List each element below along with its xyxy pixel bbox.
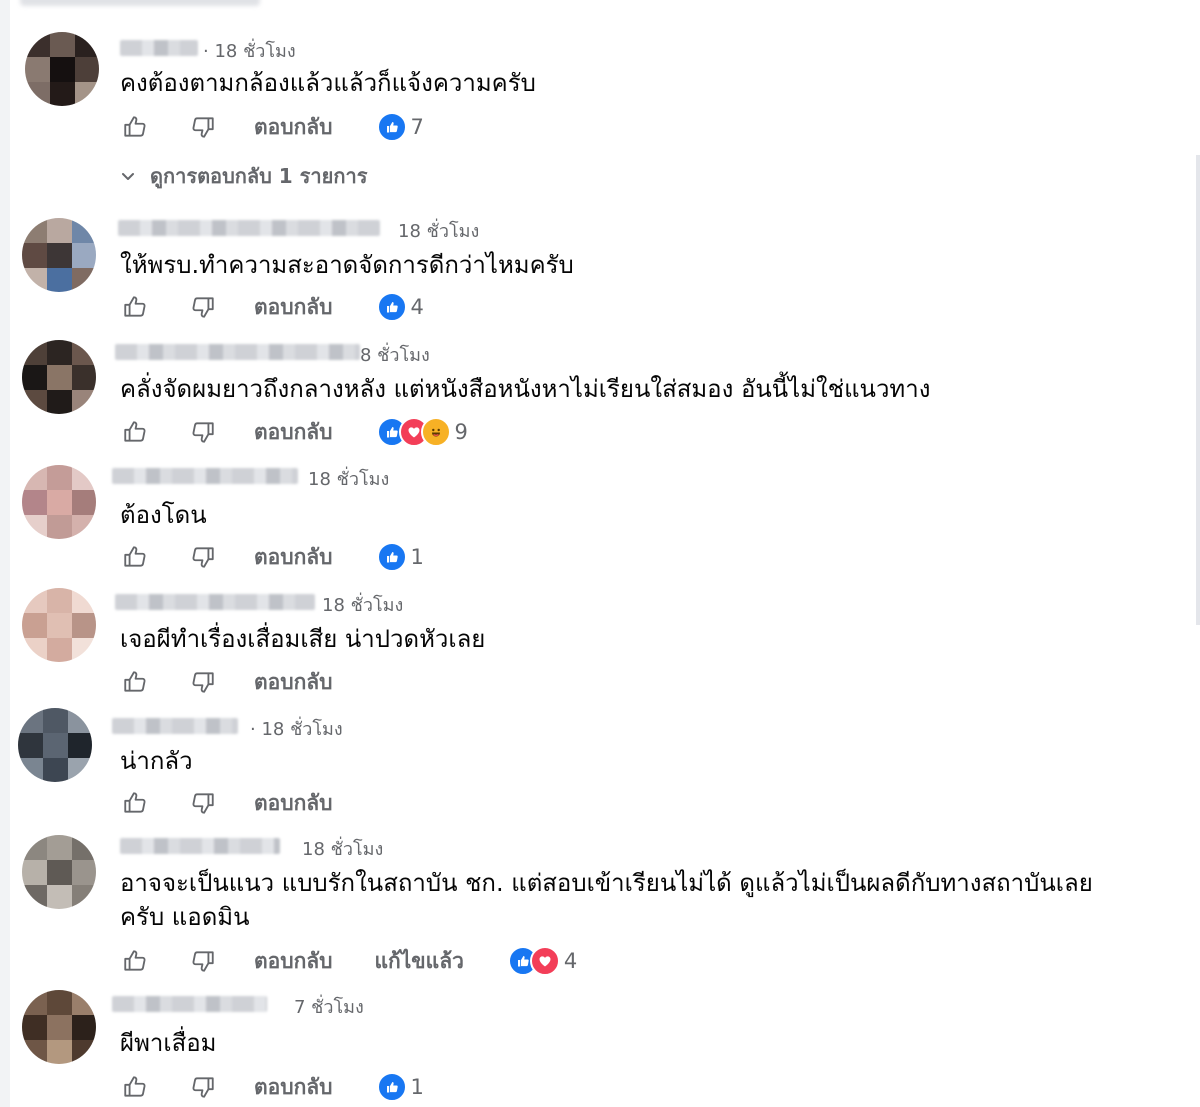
reply-button[interactable]: ตอบกลับ: [254, 291, 333, 324]
comment-timestamp[interactable]: 8 ชั่วโมง: [360, 340, 430, 369]
avatar[interactable]: [22, 990, 96, 1064]
dislike-button[interactable]: [186, 415, 220, 449]
author-name-redacted[interactable]: [112, 468, 298, 484]
dislike-button[interactable]: [186, 1070, 220, 1104]
like-button[interactable]: [118, 944, 152, 978]
comment-timestamp[interactable]: 18 ชั่วโมง: [322, 590, 403, 619]
edited-label[interactable]: แก้ไขแล้ว: [375, 945, 464, 978]
comment-timestamp[interactable]: · 18 ชั่วโมง: [250, 714, 343, 743]
comment-timestamp[interactable]: 7 ชั่วโมง: [294, 992, 364, 1021]
haha-reaction-icon: [420, 417, 451, 447]
avatar[interactable]: [22, 588, 96, 662]
author-name-redacted[interactable]: [115, 344, 360, 360]
page-left-edge: [0, 0, 10, 1107]
author-name-redacted[interactable]: [115, 594, 315, 610]
reaction-count: 9: [454, 420, 468, 444]
comment-actions: ตอบกลับ 1: [118, 540, 424, 574]
scrollbar[interactable]: [1196, 155, 1200, 625]
comment-text: น่ากลัว: [120, 747, 193, 775]
reaction-summary[interactable]: 9: [376, 417, 468, 447]
like-button[interactable]: [118, 110, 152, 144]
dislike-button[interactable]: [186, 540, 220, 574]
like-reaction-icon: [376, 292, 407, 322]
author-name-redacted[interactable]: [112, 996, 267, 1012]
dislike-button[interactable]: [186, 944, 220, 978]
like-reaction-icon: [376, 112, 407, 142]
author-name-redacted[interactable]: [120, 838, 280, 854]
author-name-redacted[interactable]: [120, 40, 198, 56]
author-name-redacted[interactable]: [118, 220, 380, 236]
view-replies-button[interactable]: ดูการตอบกลับ 1 รายการ: [120, 160, 367, 192]
like-button[interactable]: [118, 665, 152, 699]
reaction-summary[interactable]: 4: [507, 946, 578, 976]
comment-text: อาจจะเป็นแนว แบบรักในสถาบัน ชก. แต่สอบเข…: [120, 869, 1093, 897]
view-replies-label: ดูการตอบกลับ 1 รายการ: [150, 164, 368, 188]
comment-text: ให้พรบ.ทำความสะอาดจัดการดีกว่าไหมครับ: [120, 251, 574, 279]
comment-text: คลั่งจัดผมยาวถึงกลางหลัง แต่หนังสือหนังห…: [120, 375, 931, 403]
reaction-count: 1: [410, 1075, 424, 1099]
avatar[interactable]: [22, 835, 96, 909]
reaction-summary[interactable]: 1: [376, 1072, 424, 1102]
comment-actions: ตอบกลับ: [118, 786, 333, 820]
dislike-button[interactable]: [186, 786, 220, 820]
comment-actions: ตอบกลับ 7: [118, 110, 424, 144]
author-name-redacted[interactable]: [112, 718, 238, 734]
chevron-down-icon: [120, 168, 150, 184]
avatar[interactable]: [25, 32, 99, 106]
comment-text: ต้องโดน: [120, 501, 207, 529]
like-reaction-icon: [376, 1072, 407, 1102]
like-button[interactable]: [118, 1070, 152, 1104]
reply-button[interactable]: ตอบกลับ: [254, 666, 333, 699]
comment-timestamp[interactable]: 18 ชั่วโมง: [308, 464, 389, 493]
reply-button[interactable]: ตอบกลับ: [254, 111, 333, 144]
reaction-summary[interactable]: 1: [376, 542, 424, 572]
reply-button[interactable]: ตอบกลับ: [254, 945, 333, 978]
reaction-count: 4: [563, 949, 578, 973]
reply-button[interactable]: ตอบกลับ: [254, 416, 333, 449]
reply-button[interactable]: ตอบกลับ: [254, 787, 333, 820]
like-button[interactable]: [118, 290, 152, 324]
comment-timestamp[interactable]: 18 ชั่วโมง: [398, 216, 479, 245]
comment-actions: ตอบกลับ 1: [118, 1070, 424, 1104]
reaction-count: 1: [410, 545, 424, 569]
like-button[interactable]: [118, 786, 152, 820]
comment-actions: ตอบกลับ 4: [118, 290, 424, 324]
comment-text: เจอผีทำเรื่องเสื่อมเสีย น่าปวดหัวเลย: [120, 625, 486, 653]
reaction-count: 7: [410, 115, 424, 139]
reaction-summary[interactable]: 7: [376, 112, 424, 142]
avatar[interactable]: [22, 340, 96, 414]
reply-button[interactable]: ตอบกลับ: [254, 541, 333, 574]
avatar[interactable]: [18, 708, 92, 782]
dislike-button[interactable]: [186, 110, 220, 144]
like-button[interactable]: [118, 540, 152, 574]
love-reaction-icon: [529, 946, 560, 976]
comment-actions: ตอบกลับ แก้ไขแล้ว 4: [118, 944, 577, 978]
truncated-header: [20, 0, 260, 6]
like-button[interactable]: [118, 415, 152, 449]
comment-timestamp[interactable]: · 18 ชั่วโมง: [203, 36, 296, 65]
reaction-count: 4: [410, 295, 424, 319]
avatar[interactable]: [22, 465, 96, 539]
reaction-summary[interactable]: 4: [376, 292, 424, 322]
comment-text-continued: ครับ แอดมิน: [120, 903, 250, 931]
like-reaction-icon: [376, 542, 407, 572]
avatar[interactable]: [22, 218, 96, 292]
comment-text: คงต้องตามกล้องแล้วแล้วก็แจ้งความครับ: [120, 69, 536, 97]
reply-button[interactable]: ตอบกลับ: [254, 1071, 333, 1104]
comment-text: ผีพาเสื่อม: [120, 1029, 217, 1057]
dislike-button[interactable]: [186, 290, 220, 324]
comment-actions: ตอบกลับ: [118, 665, 333, 699]
dislike-button[interactable]: [186, 665, 220, 699]
comment-timestamp[interactable]: 18 ชั่วโมง: [302, 834, 383, 863]
comment-actions: ตอบกลับ 9: [118, 415, 468, 449]
